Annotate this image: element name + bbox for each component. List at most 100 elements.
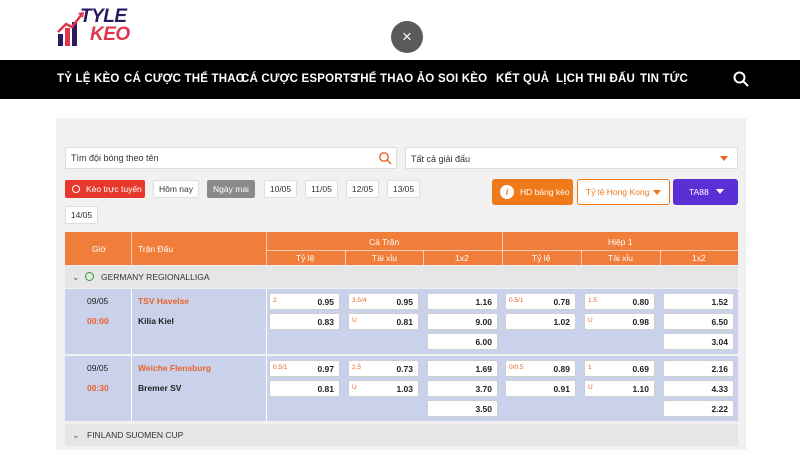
sub-header: Tài xỉu	[372, 253, 398, 263]
date-chip[interactable]: 10/05	[264, 180, 297, 198]
away-team[interactable]: Kilia Kiel	[138, 316, 174, 326]
odds-value: 0.80	[632, 297, 649, 307]
nav-item-results[interactable]: KẾT QUẢ	[496, 60, 549, 99]
odds-value: 1.69	[475, 364, 492, 374]
odds-format-select[interactable]: Tỷ lệ Hong Kong	[577, 179, 670, 205]
search-placeholder: Tìm đội bóng theo tên	[71, 153, 159, 163]
tomorrow-chip[interactable]: Ngày mai	[207, 180, 255, 198]
date-chip[interactable]: 11/05	[305, 180, 338, 198]
nav-item-news[interactable]: TIN TỨC	[640, 60, 688, 99]
logo-line2: KEO	[90, 24, 130, 45]
ft-under[interactable]: U 1.03	[348, 380, 419, 397]
league-name: GERMANY REGIONALLIGA	[101, 272, 210, 282]
ft-over[interactable]: 2.5 0.73	[348, 360, 419, 377]
odds-value: 0.89	[553, 364, 570, 374]
league-row[interactable]: ⌄ GERMANY REGIONALLIGA	[65, 266, 738, 288]
ft-under[interactable]: U 0.81	[348, 313, 419, 330]
match-row: 09/05 00:00 TSV Havelse Kilia Kiel 2 0.95…	[65, 289, 738, 354]
league-flag-icon	[85, 272, 94, 281]
h1-under[interactable]: U 0.98	[584, 313, 655, 330]
site-logo[interactable]: TYLE KEO	[56, 6, 156, 50]
away-team[interactable]: Bremer SV	[138, 383, 181, 393]
league-select-value: Tất cả giải đấu	[411, 154, 471, 164]
odds-value: 6.00	[475, 337, 492, 347]
match-date: 09/05	[87, 363, 109, 373]
nav-item-schedule[interactable]: LỊCH THI ĐẤU	[556, 60, 635, 99]
team-search-input[interactable]: Tìm đội bóng theo tên	[65, 147, 397, 169]
odds-value: 0.78	[553, 297, 570, 307]
league-select[interactable]: Tất cả giải đấu	[405, 147, 738, 169]
match-date: 09/05	[87, 296, 109, 306]
nav-item-virtual-sports[interactable]: THỂ THAO ẢO	[353, 60, 434, 99]
nav-item-sports-betting[interactable]: CÁ CƯỢC THỂ THAO	[124, 60, 245, 99]
home-team[interactable]: Weiche Flensburg	[138, 363, 211, 373]
ft-1x2-draw[interactable]: 3.50	[427, 400, 498, 417]
chevron-down-icon	[716, 189, 724, 194]
ft-handicap-home[interactable]: 2 0.95	[269, 293, 340, 310]
ft-1x2-home[interactable]: 1.69	[427, 360, 498, 377]
date-chip[interactable]: 14/05	[65, 206, 98, 224]
odds-value: 0.69	[632, 364, 649, 374]
sub-header: Tỷ lệ	[532, 253, 551, 263]
close-button[interactable]: ×	[391, 21, 423, 53]
h1-1x2-home[interactable]: 1.52	[663, 293, 734, 310]
h1-handicap-away[interactable]: 1.02	[505, 313, 576, 330]
date-chip[interactable]: 12/05	[346, 180, 379, 198]
h1-1x2-draw[interactable]: 2.22	[663, 400, 734, 417]
ft-handicap-away[interactable]: 0.81	[269, 380, 340, 397]
first-half-header: Hiệp 1	[608, 237, 633, 247]
ft-1x2-away[interactable]: 3.70	[427, 380, 498, 397]
ft-1x2-away[interactable]: 9.00	[427, 313, 498, 330]
h1-over[interactable]: 1 0.69	[584, 360, 655, 377]
sub-header: Tỷ lệ	[296, 253, 315, 263]
chevron-down-icon: ⌄	[72, 430, 80, 440]
under-label: U	[588, 384, 593, 391]
date-chip[interactable]: 13/05	[387, 180, 420, 198]
odds-value: 0.97	[317, 364, 334, 374]
live-odds-chip[interactable]: Kèo trực tuyến	[65, 180, 145, 198]
h1-1x2-away[interactable]: 6.50	[663, 313, 734, 330]
ou-line: 1.5	[588, 297, 598, 304]
odds-value: 3.04	[711, 337, 728, 347]
site-header: TYLE KEO ×	[0, 0, 800, 60]
ft-handicap-away[interactable]: 0.83	[269, 313, 340, 330]
odds-format-label: Tỷ lệ Hong Kong	[586, 187, 650, 197]
h1-handicap-home[interactable]: 0.5/1 0.78	[505, 293, 576, 310]
ft-1x2-draw[interactable]: 6.00	[427, 333, 498, 350]
handicap-line: 0.5/1	[509, 297, 524, 304]
odds-value: 1.02	[553, 317, 570, 327]
chevron-down-icon	[653, 190, 661, 195]
today-chip[interactable]: Hôm nay	[153, 180, 199, 198]
odds-value: 1.52	[711, 297, 728, 307]
bookmaker-select[interactable]: TA88	[673, 179, 738, 205]
handicap-line: 2	[273, 297, 277, 304]
h1-1x2-away[interactable]: 4.33	[663, 380, 734, 397]
h1-handicap-away[interactable]: 0.91	[505, 380, 576, 397]
odds-value: 3.70	[475, 384, 492, 394]
search-icon[interactable]	[732, 70, 750, 88]
odds-guide-button[interactable]: i HD bảng kèo	[492, 179, 573, 205]
home-team[interactable]: TSV Havelse	[138, 296, 189, 306]
odds-value: 0.95	[396, 297, 413, 307]
h1-1x2-home[interactable]: 2.16	[663, 360, 734, 377]
h1-handicap-home[interactable]: 0/0.5 0.89	[505, 360, 576, 377]
h1-over[interactable]: 1.5 0.80	[584, 293, 655, 310]
ft-over[interactable]: 3.5/4 0.95	[348, 293, 419, 310]
live-dot-icon	[72, 185, 80, 193]
h1-under[interactable]: U 1.10	[584, 380, 655, 397]
odds-value: 6.50	[711, 317, 728, 327]
h1-1x2-draw[interactable]: 3.04	[663, 333, 734, 350]
chevron-down-icon: ⌄	[72, 272, 80, 282]
league-row[interactable]: ⌄ FINLAND SUOMEN CUP	[65, 424, 738, 446]
nav-item-odds[interactable]: TỶ LỆ KÈO	[57, 60, 120, 99]
nav-item-esports[interactable]: CÁ CƯỢC ESPORTS	[241, 60, 358, 99]
close-icon: ×	[402, 27, 412, 46]
nav-item-tips[interactable]: SOI KÈO	[438, 60, 487, 99]
full-match-header: Cả Trận	[369, 237, 400, 247]
ft-1x2-home[interactable]: 1.16	[427, 293, 498, 310]
odds-value: 0.95	[317, 297, 334, 307]
match-time: 00:00	[87, 316, 109, 326]
ft-handicap-home[interactable]: 0.5/1 0.97	[269, 360, 340, 377]
under-label: U	[588, 317, 593, 324]
search-icon[interactable]	[378, 151, 392, 165]
